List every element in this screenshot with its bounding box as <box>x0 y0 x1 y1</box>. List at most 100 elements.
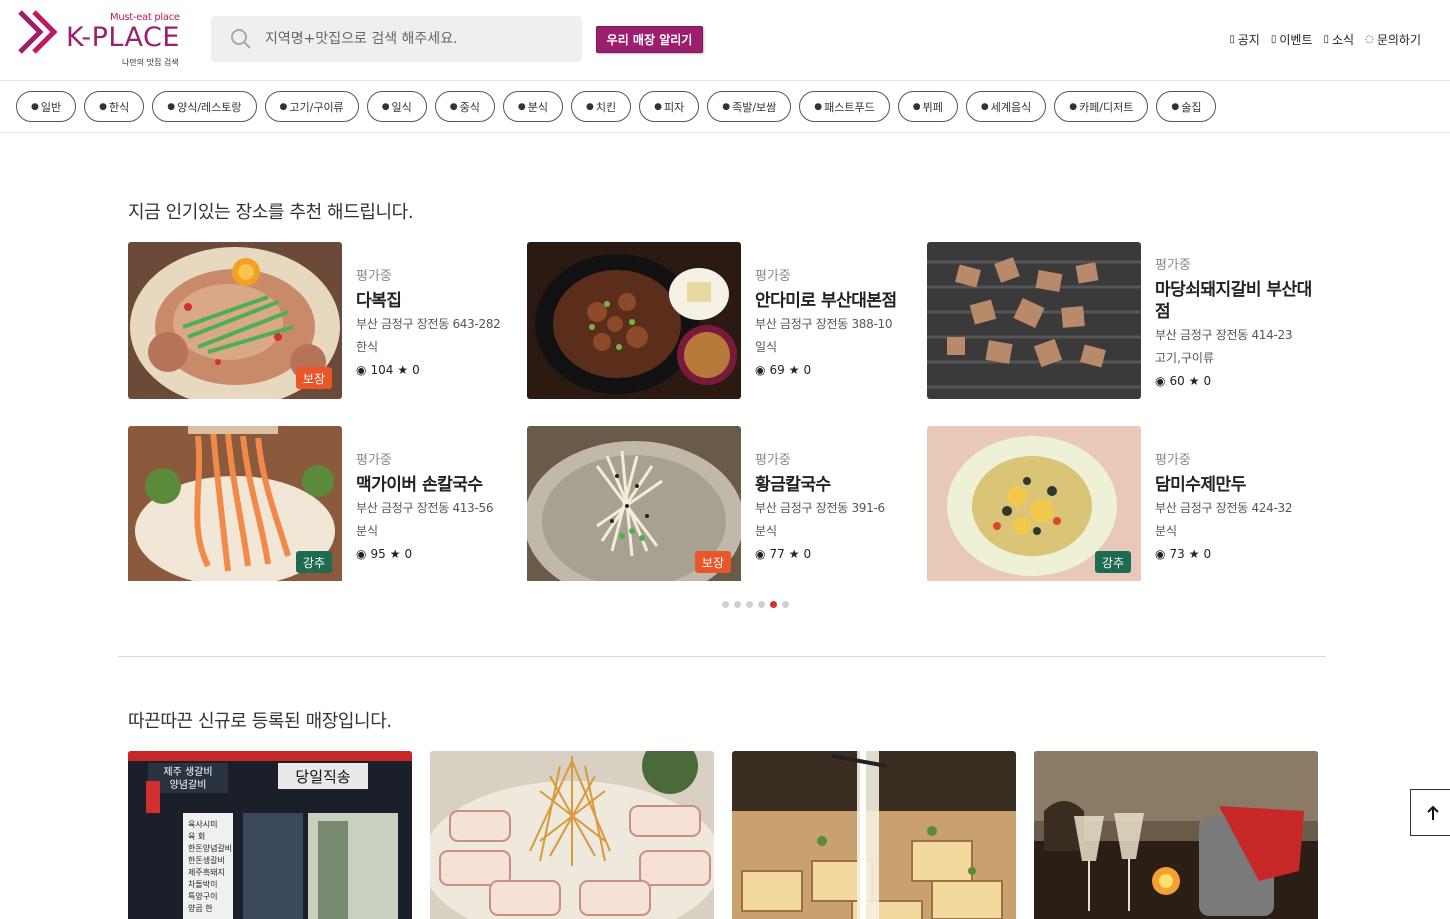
store-address: 부산 금정구 장전동 388-10 <box>755 316 893 331</box>
star-icon: ★ <box>788 362 800 377</box>
status-badge: 강추 <box>1094 551 1131 573</box>
store-name[interactable]: 마당쇠돼지갈비 부산대점 <box>1155 279 1325 323</box>
store-name[interactable]: 황금칼국수 <box>755 474 925 496</box>
star-icon: ★ <box>788 546 800 561</box>
view-count: 73 <box>1169 546 1185 561</box>
category-chip[interactable]: ● 카페/디저트 <box>1054 91 1149 122</box>
store-address: 부산 금정구 장전동 424-32 <box>1155 500 1293 515</box>
nav-news[interactable]: ▯ 소식 <box>1323 31 1354 48</box>
category-chip[interactable]: ● 양식/레스토랑 <box>152 91 257 122</box>
store-status: 평가중 <box>755 452 791 468</box>
category-label: 고기/구이류 <box>289 100 344 114</box>
eye-icon: ◉ <box>356 362 367 377</box>
popular-section-title: 지금 인기있는 장소를 추천 해드립니다. <box>128 202 414 223</box>
section-divider <box>118 656 1326 657</box>
store-card[interactable]: 강추 평가중 맥가이버 손칼국수 부산 금정구 장전동 413-56 분식 ◉ 9… <box>128 426 508 583</box>
category-chip[interactable]: ● 일식 <box>366 91 427 122</box>
promote-store-button[interactable]: 우리 매장 알리기 <box>596 26 703 53</box>
new-store-card[interactable] <box>1034 751 1318 919</box>
pin-icon: ● <box>722 101 731 112</box>
store-category: 분식 <box>1155 523 1178 538</box>
store-name[interactable]: 다복집 <box>356 290 526 312</box>
store-card[interactable]: 보장 평가중 황금칼국수 부산 금정구 장전동 391-6 분식 ◉ 77 ★ 0 <box>527 426 907 583</box>
category-chip[interactable]: ● 족발/보쌈 <box>707 91 792 122</box>
store-card[interactable]: 평가중 마당쇠돼지갈비 부산대점 부산 금정구 장전동 414-23 고기,구이… <box>927 242 1312 399</box>
category-chip[interactable]: ● 피자 <box>639 91 700 122</box>
eye-icon: ◉ <box>1155 373 1166 388</box>
store-photo[interactable] <box>527 242 741 399</box>
category-label: 중식 <box>459 100 480 114</box>
pin-icon: ● <box>1069 101 1078 112</box>
store-name[interactable]: 담미수제만두 <box>1155 474 1325 496</box>
store-name[interactable]: 맥가이버 손칼국수 <box>356 474 526 496</box>
sign-text: 당일직송 <box>295 768 350 786</box>
nav-contact[interactable]: ◌ 문의하기 <box>1365 31 1421 48</box>
category-chip[interactable]: ● 고기/구이류 <box>264 91 359 122</box>
store-photo[interactable] <box>732 751 1016 919</box>
pin-icon: ● <box>1171 101 1180 112</box>
search-input[interactable] <box>265 16 575 62</box>
category-chip[interactable]: ● 치킨 <box>571 91 632 122</box>
new-store-card[interactable] <box>732 751 1016 919</box>
nav-event[interactable]: ▯ 이벤트 <box>1271 31 1313 48</box>
carousel-dot[interactable] <box>746 601 753 608</box>
carousel-dot[interactable] <box>782 601 789 608</box>
chat-icon: ◌ <box>1365 34 1374 45</box>
nav-label: 문의하기 <box>1376 33 1421 47</box>
nav-label: 이벤트 <box>1279 33 1313 47</box>
carousel-dot-active[interactable] <box>770 601 777 608</box>
carousel-dot[interactable] <box>758 601 765 608</box>
store-status: 평가중 <box>1155 452 1191 468</box>
category-chip[interactable]: ● 중식 <box>434 91 495 122</box>
store-name[interactable]: 안다미로 부산대본점 <box>755 290 925 312</box>
carousel-dot[interactable] <box>734 601 741 608</box>
new-store-card[interactable] <box>430 751 714 919</box>
logo-chevron-icon <box>18 10 58 54</box>
pin-icon: ● <box>167 101 176 112</box>
sign-text: 양념갈비 <box>170 778 207 791</box>
new-store-card[interactable]: 제주 생갈비 양념갈비 당일직송 육사시미 육 회 한돈양념갈비 한돈생갈비 제… <box>128 751 412 919</box>
category-chip[interactable]: ● 뷔페 <box>897 91 958 122</box>
store-photo[interactable]: 보장 <box>128 242 342 399</box>
star-icon: ★ <box>397 362 409 377</box>
menu-text: 육사시미 <box>188 820 217 829</box>
store-info: 평가중 다복집 부산 금정구 장전동 643-282 한식 ◉ 104 ★ 0 <box>356 242 526 399</box>
search-icon[interactable] <box>230 28 252 50</box>
category-chip[interactable]: ● 한식 <box>84 91 145 122</box>
star-count: 0 <box>803 546 812 561</box>
category-chip[interactable]: ● 분식 <box>502 91 564 122</box>
store-photo[interactable] <box>1034 751 1318 919</box>
arrow-up-icon <box>1426 805 1439 820</box>
category-bar: ● 일반 ● 한식 ● 양식/레스토랑 ● 고기/구이류 ● 일식 ● 중식 ● 분식 ● 치킨… <box>16 91 1217 123</box>
store-category: 분식 <box>356 523 379 538</box>
category-label: 분식 <box>527 100 549 114</box>
category-chip[interactable]: ● 일반 <box>16 91 77 122</box>
document-icon: ▯ <box>1323 34 1329 45</box>
store-address: 부산 금정구 장전동 414-23 <box>1155 327 1293 342</box>
store-category: 한식 <box>356 339 379 354</box>
store-stats: ◉ 77 ★ 0 <box>755 547 925 561</box>
store-photo[interactable]: 강추 <box>128 426 342 583</box>
category-chip[interactable]: ● 세계음식 <box>965 91 1047 122</box>
store-photo[interactable]: 보장 <box>527 426 741 583</box>
star-icon: ★ <box>1188 546 1200 561</box>
store-card[interactable]: 보장 평가중 다복집 부산 금정구 장전동 643-282 한식 ◉ 104 ★ 0 <box>128 242 508 399</box>
store-photo[interactable]: 강추 <box>927 426 1141 583</box>
store-info: 평가중 맥가이버 손칼국수 부산 금정구 장전동 413-56 분식 ◉ 95 ★ 0 <box>356 426 526 583</box>
store-card[interactable]: 평가중 안다미로 부산대본점 부산 금정구 장전동 388-10 일식 ◉ 69 ★… <box>527 242 907 399</box>
menu-text: 양곱 한 <box>188 904 213 913</box>
category-chip[interactable]: ● 패스트푸드 <box>799 91 890 122</box>
category-label: 술집 <box>1181 100 1202 114</box>
back-to-top-button[interactable] <box>1410 789 1450 836</box>
carousel-dot[interactable] <box>722 601 729 608</box>
nav-notice[interactable]: ▯ 공지 <box>1229 31 1260 48</box>
category-chip[interactable]: ● 술집 <box>1156 91 1217 122</box>
category-label: 일식 <box>391 100 412 114</box>
logo-subtitle: 나만의 맛집 검색 <box>122 58 179 67</box>
store-category: 일식 <box>755 339 778 354</box>
store-photo[interactable]: 제주 생갈비 양념갈비 당일직송 육사시미 육 회 한돈양념갈비 한돈생갈비 제… <box>128 751 412 919</box>
store-card[interactable]: 강추 평가중 담미수제만두 부산 금정구 장전동 424-32 분식 ◉ 73 ★ 0 <box>927 426 1307 583</box>
store-photo[interactable] <box>927 242 1141 399</box>
store-photo[interactable] <box>430 751 714 919</box>
logo[interactable]: Must-eat place K-PLACE 나만의 맛집 검색 <box>18 8 188 70</box>
